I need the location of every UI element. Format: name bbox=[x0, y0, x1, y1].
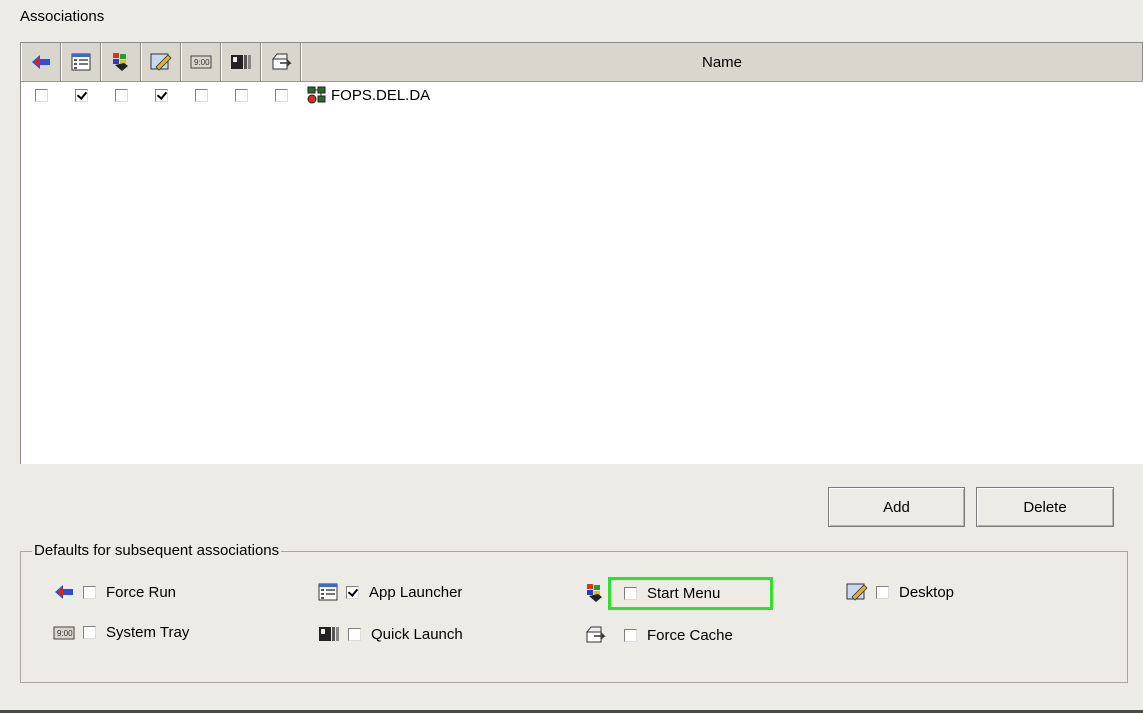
option-system-tray[interactable]: 9:00 System Tray bbox=[53, 624, 189, 641]
option-app-launcher[interactable]: App Launcher bbox=[318, 582, 462, 602]
svg-text:9:00: 9:00 bbox=[194, 58, 210, 67]
list-header: 9:00 Name bbox=[21, 43, 1143, 82]
group-icon bbox=[307, 85, 327, 105]
defaults-groupbox bbox=[20, 551, 1128, 683]
associations-list[interactable]: 9:00 Name FOPS.DEL.DA bbox=[20, 42, 1143, 464]
system-tray-label: System Tray bbox=[106, 624, 190, 641]
row-start-menu-checkbox[interactable] bbox=[114, 88, 128, 102]
row-app-launcher-checkbox[interactable] bbox=[74, 88, 88, 102]
app-launcher-checkbox[interactable] bbox=[346, 585, 359, 599]
svg-text:9:00: 9:00 bbox=[57, 629, 73, 638]
column-header-name[interactable]: Name bbox=[301, 43, 1143, 81]
quick-launch-icon bbox=[318, 624, 340, 644]
add-button[interactable]: Add bbox=[828, 487, 965, 527]
force-cache-icon bbox=[584, 624, 606, 646]
system-tray-icon: 9:00 bbox=[190, 54, 212, 70]
column-header-desktop[interactable] bbox=[141, 43, 181, 81]
option-quick-launch[interactable]: Quick Launch bbox=[318, 624, 463, 644]
force-cache-icon bbox=[270, 51, 292, 73]
associations-label: Associations bbox=[20, 8, 105, 25]
quick-launch-icon bbox=[230, 52, 252, 72]
quick-launch-label: Quick Launch bbox=[371, 625, 463, 643]
desktop-icon bbox=[150, 52, 172, 72]
row-name-cell[interactable]: FOPS.DEL.DA bbox=[307, 85, 430, 105]
row-name-label: FOPS.DEL.DA bbox=[331, 86, 431, 104]
app-launcher-icon bbox=[71, 52, 91, 72]
desktop-label: Desktop bbox=[899, 583, 955, 601]
row-force-run-checkbox[interactable] bbox=[34, 88, 48, 102]
column-header-start-menu[interactable] bbox=[101, 43, 141, 81]
row-system-tray-checkbox[interactable] bbox=[194, 88, 208, 102]
start-menu-icon bbox=[584, 582, 606, 604]
column-header-force-cache[interactable] bbox=[261, 43, 301, 81]
delete-button[interactable]: Delete bbox=[976, 487, 1114, 527]
column-header-force-run[interactable] bbox=[21, 43, 61, 81]
defaults-title: Defaults for subsequent associations bbox=[32, 542, 282, 559]
system-tray-checkbox[interactable] bbox=[83, 626, 96, 639]
force-run-icon bbox=[30, 52, 52, 72]
row-desktop-checkbox[interactable] bbox=[154, 88, 168, 102]
system-tray-icon: 9:00 bbox=[53, 625, 75, 641]
force-cache-label: Force Cache bbox=[647, 626, 733, 644]
desktop-checkbox[interactable] bbox=[876, 585, 889, 599]
force-run-icon bbox=[53, 582, 75, 602]
app-launcher-icon bbox=[318, 582, 338, 602]
quick-launch-checkbox[interactable] bbox=[348, 627, 361, 641]
force-cache-checkbox[interactable] bbox=[624, 628, 637, 642]
row-force-cache-checkbox[interactable] bbox=[274, 88, 288, 102]
start-menu-icon bbox=[110, 51, 132, 73]
desktop-icon bbox=[846, 582, 868, 602]
column-header-quick-launch[interactable] bbox=[221, 43, 261, 81]
column-header-system-tray[interactable]: 9:00 bbox=[181, 43, 221, 81]
option-desktop[interactable]: Desktop bbox=[846, 582, 954, 602]
row-quick-launch-checkbox[interactable] bbox=[234, 88, 248, 102]
app-launcher-label: App Launcher bbox=[369, 583, 463, 601]
start-menu-highlight bbox=[608, 577, 773, 610]
option-force-cache[interactable]: Force Cache bbox=[584, 624, 733, 646]
table-row[interactable]: FOPS.DEL.DA bbox=[21, 83, 1143, 107]
column-header-app-launcher[interactable] bbox=[61, 43, 101, 81]
force-run-checkbox[interactable] bbox=[83, 585, 96, 599]
option-force-run[interactable]: Force Run bbox=[53, 582, 176, 602]
force-run-label: Force Run bbox=[106, 583, 177, 601]
